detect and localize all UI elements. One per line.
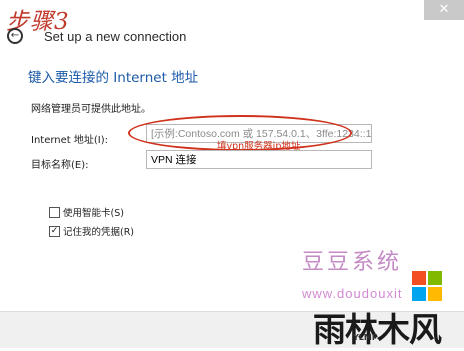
destination-name-input[interactable]: VPN 连接 [146,150,372,169]
smart-card-label[interactable]: 使用智能卡(S) [63,205,124,219]
window-title: Set up a new connection [44,29,187,44]
watermark-url: www.doudouxit [302,286,403,301]
destination-name-label: 目标名称(E): [31,160,89,171]
title-bar: 步骤3 ✕ ← Set up a new connection [0,0,464,58]
watermark-brand: 雨林木风 [313,310,442,349]
watermark-site-name: 豆豆系统 [302,250,403,275]
windows-logo-icon [412,271,442,301]
description-text: 网络管理员可提供此地址。 [31,104,151,115]
remember-credentials-label[interactable]: 记住我的凭据(R) [63,224,134,238]
page-heading: 键入要连接的 Internet 地址 [28,70,199,86]
close-button[interactable]: ✕ [424,0,464,20]
watermark-brand-sub: YLMF [353,333,378,342]
smart-card-checkbox[interactable] [49,207,60,218]
remember-credentials-checkbox[interactable]: ✓ [49,226,60,237]
internet-address-label: Internet 地址(I): [31,135,109,146]
back-arrow-icon[interactable]: ← [7,28,23,44]
